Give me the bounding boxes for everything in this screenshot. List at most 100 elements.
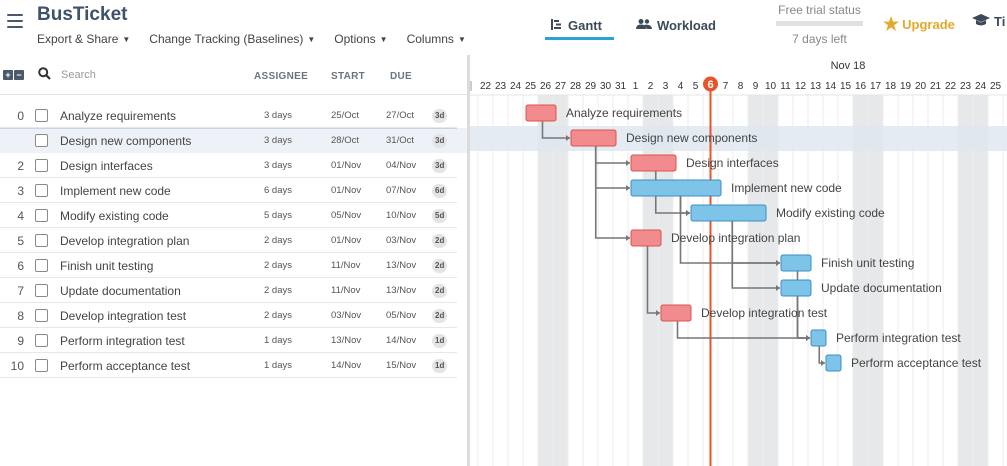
table-row[interactable]: 7 Update documentation 2 days 11/Nov 13/Nov 2… [0,278,467,303]
table-row[interactable]: 9 Perform integration test 1 days 13/Nov 14/… [0,328,467,353]
task-name[interactable]: Modify existing code [60,209,169,223]
row-checkbox[interactable] [35,134,48,147]
table-row[interactable]: 3 Implement new code 6 days 01/Nov 07/Nov 6d [0,178,467,203]
task-start[interactable]: 14/Nov [331,360,361,371]
collapse-all-icon[interactable]: − [14,70,24,80]
task-start[interactable]: 25/Oct [331,110,359,121]
caret-down-icon: ▼ [457,35,466,44]
task-bar[interactable] [780,279,812,297]
options-menu[interactable]: Options ▼ [334,32,387,46]
row-checkbox[interactable] [35,109,48,122]
task-assignee[interactable]: 2 days [264,235,292,246]
table-row[interactable]: 4 Modify existing code 5 days 05/Nov 10/Nov 5… [0,203,467,228]
task-due[interactable]: 31/Oct [386,135,414,146]
row-checkbox[interactable] [35,209,48,222]
table-row[interactable]: 8 Develop integration test 2 days 03/Nov 05/… [0,303,467,328]
search-input[interactable] [61,69,181,81]
task-due[interactable]: 14/Nov [386,335,416,346]
row-checkbox[interactable] [35,184,48,197]
dependency-link[interactable] [679,196,691,214]
task-start[interactable]: 01/Nov [331,235,361,246]
task-bar[interactable] [660,304,692,322]
task-assignee[interactable]: 3 days [264,110,292,121]
expand-all-icon[interactable]: + [3,70,13,80]
task-start[interactable]: 28/Oct [331,135,359,146]
day-tick-label: 22 [480,81,492,92]
column-header-due[interactable]: DUE [390,71,412,82]
task-assignee[interactable]: 2 days [264,285,292,296]
tab-gantt[interactable]: Gantt [545,16,614,40]
row-checkbox[interactable] [35,259,48,272]
task-due[interactable]: 13/Nov [386,285,416,296]
task-assignee[interactable]: 1 days [264,360,292,371]
task-due[interactable]: 05/Nov [386,310,416,321]
row-checkbox[interactable] [35,284,48,297]
task-start[interactable]: 01/Nov [331,160,361,171]
task-assignee[interactable]: 5 days [264,210,292,221]
table-row[interactable]: 0 Analyze requirements 3 days 25/Oct 27/Oct 3… [0,103,467,128]
export-share-menu[interactable]: Export & Share ▼ [37,32,130,46]
task-bar[interactable] [780,254,812,272]
task-name[interactable]: Develop integration plan [60,234,189,248]
task-due[interactable]: 13/Nov [386,260,416,271]
columns-menu[interactable]: Columns ▼ [407,32,466,46]
task-assignee[interactable]: 1 days [264,335,292,346]
task-name[interactable]: Implement new code [60,184,171,198]
change-tracking-menu[interactable]: Change Tracking (Baselines) ▼ [149,32,315,46]
task-due[interactable]: 15/Nov [386,360,416,371]
trial-status[interactable]: Free trial status 7 days left [776,3,863,46]
task-bar[interactable] [630,229,662,247]
task-name[interactable]: Develop integration test [60,309,186,323]
task-name[interactable]: Design new components [60,134,191,148]
table-row[interactable]: 6 Finish unit testing 2 days 11/Nov 13/Nov 2d [0,253,467,278]
task-bar[interactable] [810,329,827,347]
task-name[interactable]: Design interfaces [60,159,153,173]
row-checkbox[interactable] [35,309,48,322]
task-bar[interactable] [690,204,767,222]
row-checkbox[interactable] [35,359,48,372]
task-start[interactable]: 11/Nov [331,260,360,271]
row-checkbox[interactable] [35,159,48,172]
task-due[interactable]: 07/Nov [386,185,416,196]
column-header-start[interactable]: START [331,71,365,82]
tab-workload[interactable]: Workload [635,16,716,40]
row-checkbox[interactable] [35,234,48,247]
task-due[interactable]: 04/Nov [386,160,416,171]
task-name[interactable]: Perform acceptance test [60,359,190,373]
trial-days-left: 7 days left [792,32,847,46]
task-name[interactable]: Finish unit testing [60,259,153,273]
task-start[interactable]: 01/Nov [331,185,361,196]
task-start[interactable]: 05/Nov [331,210,361,221]
task-bar[interactable] [630,154,677,172]
task-name[interactable]: Analyze requirements [60,109,176,123]
table-row[interactable]: 10 Perform acceptance test 1 days 14/Nov 15/… [0,353,467,378]
task-start[interactable]: 13/Nov [331,335,361,346]
row-checkbox[interactable] [35,334,48,347]
task-due[interactable]: 03/Nov [386,235,416,246]
task-bar[interactable] [630,179,722,197]
dependency-link[interactable] [676,321,811,339]
task-assignee[interactable]: 3 days [264,160,292,171]
task-assignee[interactable]: 2 days [264,260,292,271]
dependency-link[interactable] [818,346,825,364]
task-name[interactable]: Perform integration test [60,334,185,348]
menu-icon[interactable] [7,14,23,28]
task-bar[interactable] [570,129,617,147]
task-bar[interactable] [825,354,842,372]
task-due[interactable]: 27/Oct [386,110,414,121]
task-start[interactable]: 11/Nov [331,285,360,296]
table-row[interactable]: Design new components 3 days 28/Oct 31/Oct 3… [0,128,467,153]
task-due[interactable]: 10/Nov [386,210,416,221]
task-start[interactable]: 03/Nov [331,310,361,321]
column-header-assignee[interactable]: ASSIGNEE [254,71,308,82]
tab-extra[interactable]: Ti [972,14,1005,29]
task-assignee[interactable]: 6 days [264,185,292,196]
table-row[interactable]: 5 Develop integration plan 2 days 01/Nov 03/… [0,228,467,253]
task-bar[interactable] [525,104,557,122]
task-assignee[interactable]: 2 days [264,310,292,321]
table-row[interactable]: 2 Design interfaces 3 days 01/Nov 04/Nov 3d [0,153,467,178]
upgrade-button[interactable]: ★ Upgrade [883,14,955,35]
task-assignee[interactable]: 3 days [264,135,292,146]
project-title[interactable]: BusTicket [37,4,127,26]
task-name[interactable]: Update documentation [60,284,181,298]
